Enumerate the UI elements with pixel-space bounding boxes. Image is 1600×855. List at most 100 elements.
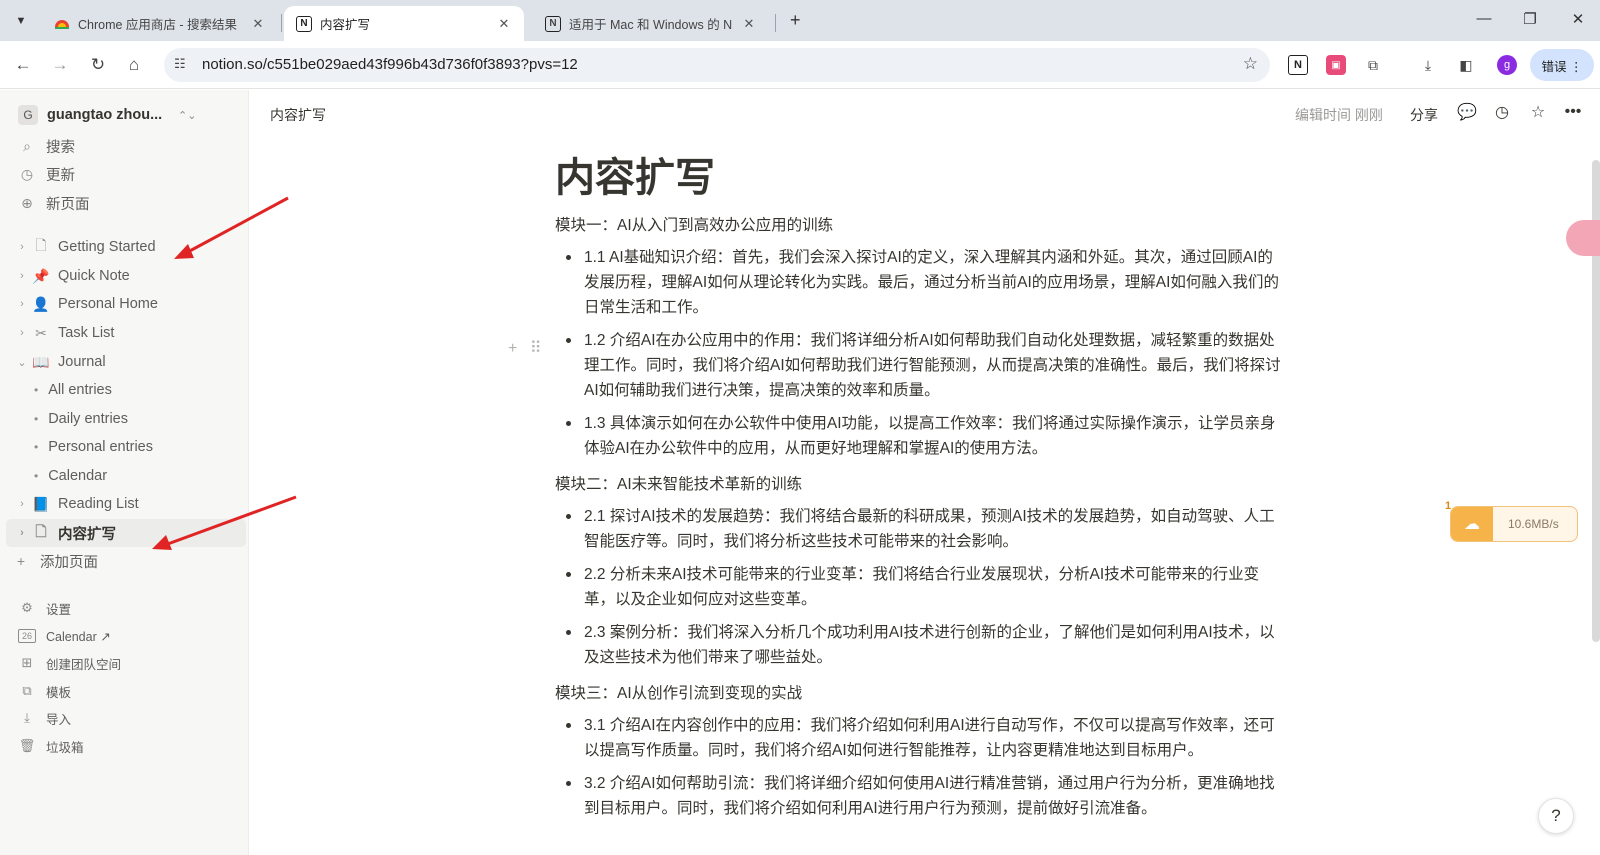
notion-icon: N bbox=[545, 15, 561, 32]
window-close-icon[interactable]: ✕ bbox=[1568, 10, 1588, 28]
block-drag-handle-icon[interactable]: + ⠿ bbox=[508, 338, 546, 358]
workspace-switcher[interactable]: G guangtao zhou... ⌃⌄ bbox=[18, 104, 238, 126]
bullet-item[interactable]: 2.1 探讨AI技术的发展趋势：我们将结合最新的科研成果，预测AI技术的发展趋势… bbox=[555, 504, 1285, 554]
module-heading[interactable]: 模块二：AI未来智能技术革新的训练 bbox=[555, 469, 1285, 500]
error-chip-button[interactable]: 错误 ⋮ bbox=[1530, 49, 1594, 81]
workspace-avatar: G bbox=[18, 105, 38, 125]
sidebar-item-journal[interactable]: ⌄ 📖 Journal bbox=[0, 348, 249, 376]
chevron-down-icon[interactable]: ⌄ bbox=[16, 356, 28, 369]
bullet-item[interactable]: 3.1 介绍AI在内容创作中的应用：我们将介绍如何利用AI进行自动写作，不仅可以… bbox=[555, 713, 1285, 763]
pink-extension-icon[interactable]: ▣ bbox=[1326, 55, 1346, 75]
floating-assistant-button[interactable] bbox=[1566, 220, 1600, 256]
home-icon[interactable]: ⌂ bbox=[122, 53, 146, 77]
page-icon: 🗋 bbox=[35, 237, 47, 253]
bookmark-star-icon[interactable]: ☆ bbox=[1243, 54, 1258, 74]
person-icon: 👤 bbox=[32, 295, 50, 312]
sidebar-settings[interactable]: ⚙ 设置 bbox=[0, 594, 249, 622]
bullet-item[interactable]: 2.3 案例分析：我们将深入分析几个成功利用AI技术进行创新的企业，了解他们是如… bbox=[555, 620, 1285, 670]
chevron-right-icon[interactable]: › bbox=[16, 327, 28, 339]
team-icon: ⊞ bbox=[21, 655, 33, 670]
restore-icon[interactable]: ❐ bbox=[1520, 10, 1540, 28]
address-bar[interactable]: ☷ notion.so/c551be029aed43f996b43d736f0f… bbox=[164, 48, 1270, 82]
tab-notion-active[interactable]: N 内容扩写 ✕ bbox=[284, 6, 524, 41]
breadcrumb[interactable]: 内容扩写 bbox=[270, 105, 326, 125]
sidebar-new-page[interactable]: ⊕ 新页面 bbox=[0, 189, 249, 217]
close-icon[interactable]: ✕ bbox=[496, 16, 512, 32]
page-title[interactable]: 内容扩写 bbox=[555, 150, 1285, 206]
sidebar-updates[interactable]: ◷ 更新 bbox=[0, 160, 249, 188]
sidebar-item-label: 更新 bbox=[46, 167, 75, 184]
sidebar-item-daily-entries[interactable]: • Daily entries bbox=[0, 405, 249, 433]
notion-topbar: 内容扩写 编辑时间 刚刚 分享 💬 ◷ ☆ ••• bbox=[250, 90, 1600, 134]
sidebar-add-page[interactable]: + 添加页面 bbox=[0, 547, 249, 575]
chevron-right-icon[interactable]: › bbox=[16, 270, 28, 282]
search-icon: ⌕ bbox=[23, 137, 31, 154]
sidebar-create-teamspace[interactable]: ⊞ 创建团队空间 bbox=[0, 649, 249, 677]
sidebar-item-getting-started[interactable]: › 🗋 Getting Started bbox=[0, 233, 249, 261]
tab-search-button[interactable]: ▼ bbox=[8, 8, 34, 34]
sidebar-item-label: Daily entries bbox=[48, 411, 128, 427]
sidebar-item-personal-home[interactable]: › 👤 Personal Home bbox=[0, 290, 249, 318]
sidebar-trash[interactable]: 🗑 垃圾箱 bbox=[0, 732, 249, 760]
chevron-right-icon[interactable]: › bbox=[16, 527, 28, 539]
module-heading[interactable]: 模块三：AI从创作引流到变现的实战 bbox=[555, 678, 1285, 709]
bullet-item[interactable]: 1.3 具体演示如何在办公软件中使用AI功能，以提高工作效率：我们将通过实际操作… bbox=[555, 411, 1285, 461]
cloud-icon: ☁ bbox=[1451, 507, 1493, 541]
comment-icon[interactable]: 💬 bbox=[1456, 101, 1478, 123]
history-clock-icon[interactable]: ◷ bbox=[1491, 101, 1513, 123]
site-info-icon[interactable]: ☷ bbox=[174, 56, 186, 72]
close-icon[interactable]: ✕ bbox=[250, 16, 266, 32]
url-text[interactable]: notion.so/c551be029aed43f996b43d736f0f38… bbox=[202, 56, 578, 73]
new-tab-button[interactable]: + bbox=[790, 10, 801, 31]
scissors-icon: ✂ bbox=[35, 324, 47, 341]
close-icon[interactable]: ✕ bbox=[741, 16, 757, 32]
chevron-right-icon[interactable]: › bbox=[16, 498, 28, 510]
bullet-item[interactable]: 1.2 介绍AI在办公应用中的作用：我们将详细分析AI如何帮助我们自动化处理数据… bbox=[555, 328, 1285, 403]
module-heading[interactable]: 模块一：AI从入门到高效办公应用的训练 bbox=[555, 210, 1285, 241]
browser-toolbar: ← → ↻ ⌂ ☷ notion.so/c551be029aed43f996b4… bbox=[0, 41, 1600, 89]
sidebar-templates[interactable]: ⧉ 模板 bbox=[0, 677, 249, 705]
download-speed-widget[interactable]: ☁ 10.6MB/s bbox=[1450, 506, 1578, 542]
sidebar-import[interactable]: ⤓ 导入 bbox=[0, 704, 249, 732]
tab-notion-download[interactable]: N 适用于 Mac 和 Windows 的 N ✕ bbox=[533, 6, 769, 41]
sidebar-item-personal-entries[interactable]: • Personal entries bbox=[0, 433, 249, 461]
reload-icon[interactable]: ↻ bbox=[86, 53, 110, 77]
download-icon: ⤓ bbox=[24, 710, 30, 725]
favorite-star-icon[interactable]: ☆ bbox=[1527, 101, 1549, 123]
bullet-item[interactable]: 3.2 介绍AI如何帮助引流：我们将详细介绍如何使用AI进行精准营销，通过用户行… bbox=[555, 771, 1285, 821]
side-panel-icon[interactable]: ◧ bbox=[1456, 55, 1476, 75]
back-icon[interactable]: ← bbox=[11, 53, 35, 77]
bullet-item[interactable]: 2.2 分析未来AI技术可能带来的行业变革：我们将结合行业发展现状，分析AI技术… bbox=[555, 562, 1285, 612]
sidebar-item-label: Calendar ↗ bbox=[46, 629, 111, 644]
sidebar-item-quick-note[interactable]: › 📌 Quick Note bbox=[0, 262, 249, 290]
profile-avatar[interactable]: g bbox=[1497, 55, 1517, 75]
help-button[interactable]: ? bbox=[1538, 798, 1574, 834]
share-button[interactable]: 分享 bbox=[1410, 105, 1438, 125]
more-options-icon[interactable]: ••• bbox=[1562, 101, 1584, 123]
minimize-icon[interactable]: — bbox=[1474, 10, 1494, 27]
chrome-webstore-icon bbox=[54, 16, 70, 32]
extensions-puzzle-icon[interactable]: ⧉ bbox=[1363, 55, 1383, 75]
bullet-item[interactable]: 1.1 AI基础知识介绍：首先，我们会深入探讨AI的定义，深入理解其内涵和外延。… bbox=[555, 245, 1285, 320]
forward-icon[interactable]: → bbox=[48, 53, 72, 77]
sidebar-item-calendar[interactable]: • Calendar bbox=[0, 462, 249, 490]
notion-extension-icon[interactable]: N bbox=[1288, 55, 1308, 75]
notion-icon: N bbox=[296, 15, 312, 32]
tab-chrome-store[interactable]: Chrome 应用商店 - 搜索结果 ✕ bbox=[42, 6, 278, 41]
chevron-down-icon: ▼ bbox=[15, 15, 27, 27]
sidebar-search[interactable]: ⌕ 搜索 bbox=[0, 132, 249, 160]
download-icon[interactable]: ⤓ bbox=[1418, 55, 1438, 75]
bullet-dot: • bbox=[34, 412, 39, 426]
chevron-right-icon[interactable]: › bbox=[16, 298, 28, 310]
chevron-right-icon[interactable]: › bbox=[16, 241, 28, 253]
sidebar-calendar-link[interactable]: 26 Calendar ↗ bbox=[0, 622, 249, 650]
sidebar-item-label: Getting Started bbox=[58, 239, 156, 255]
trash-icon: 🗑 bbox=[18, 738, 36, 753]
sidebar-item-label: 垃圾箱 bbox=[46, 740, 84, 755]
sidebar-item-reading-list[interactable]: › 📘 Reading List bbox=[0, 490, 249, 518]
sidebar-item-all-entries[interactable]: • All entries bbox=[0, 376, 249, 404]
sidebar-item-label: Journal bbox=[58, 354, 106, 370]
sidebar-item-content-expand[interactable]: › 🗋 内容扩写 bbox=[6, 519, 246, 547]
sidebar-item-task-list[interactable]: › ✂ Task List bbox=[0, 319, 249, 347]
workspace-name: guangtao zhou... bbox=[47, 107, 163, 123]
